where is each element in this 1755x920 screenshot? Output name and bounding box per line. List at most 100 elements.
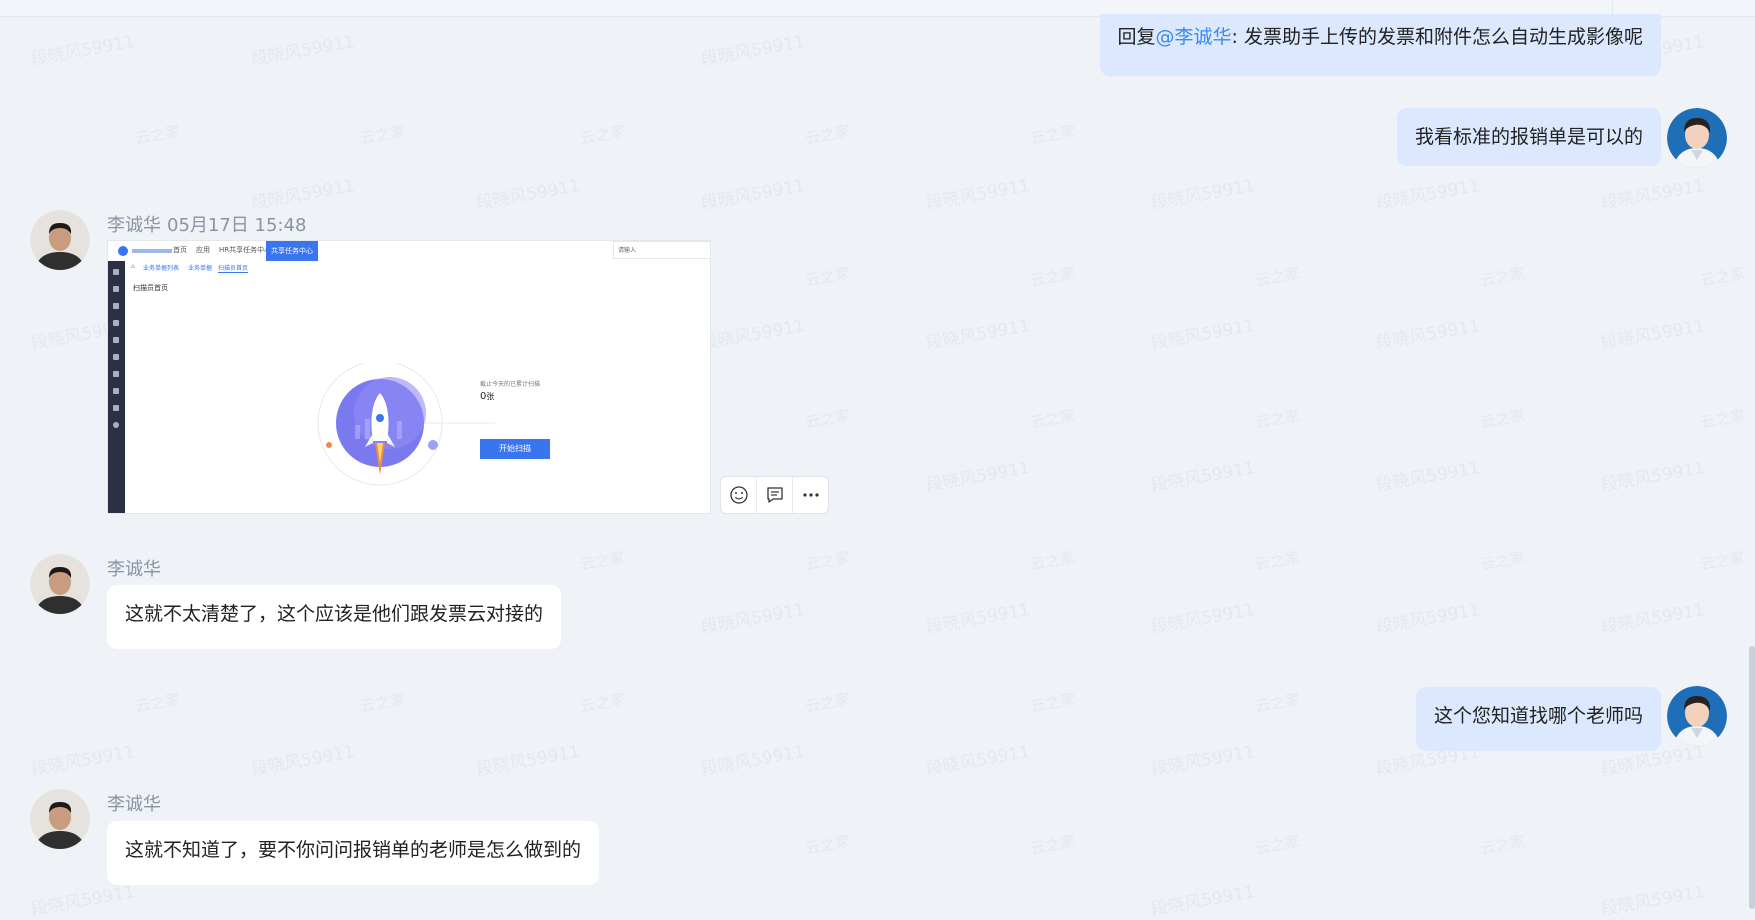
message-bubble-incoming[interactable]: 这就不知道了，要不你问问报销单的老师是怎么做到的	[107, 821, 600, 885]
embedded-logo-text	[132, 249, 172, 253]
sender-avatar[interactable]	[30, 789, 90, 849]
message-bubble-outgoing[interactable]: 这个您知道找哪个老师吗	[1415, 687, 1661, 751]
watermark-text: 段晓风59911	[474, 175, 582, 214]
embedded-start-scan-button: 开始扫描	[480, 439, 550, 459]
my-avatar[interactable]	[1667, 686, 1727, 746]
message-meta: 李诚华	[107, 555, 161, 581]
watermark-text: 云之家	[1028, 406, 1077, 432]
embedded-search-placeholder: 请输入	[618, 247, 637, 254]
watermark-text: 云之家	[1028, 264, 1077, 290]
sender-name: 李诚华	[107, 215, 161, 236]
embedded-logo-icon	[118, 246, 128, 256]
watermark-text: 云之家	[1253, 406, 1302, 432]
watermark-text: 段晓风59911	[1149, 457, 1257, 496]
watermark-text: 段晓风59911	[1374, 457, 1482, 496]
message-bubble-outgoing[interactable]: 我看标准的报销单是可以的	[1396, 108, 1661, 166]
watermark-text: 云之家	[1253, 264, 1302, 290]
embedded-sidebar-icon	[113, 405, 119, 411]
watermark-text: 段晓风59911	[924, 599, 1032, 638]
message-text: 这就不知道了，要不你问问报销单的老师是怎么做到的	[125, 839, 582, 861]
watermark-text: 云之家	[1253, 832, 1302, 858]
watermark-text: 云之家	[1698, 406, 1747, 432]
watermark-text: 段晓风59911	[474, 741, 582, 780]
embedded-sidebar-icon	[113, 354, 119, 360]
embedded-home-icon: ⌂	[131, 263, 135, 270]
watermark-text: 云之家	[1253, 690, 1302, 716]
image-message[interactable]: 首页 应用 HR共享任务中心 共享任务中心 请输入 ⌂ 业务单据列表 业务单据 …	[107, 240, 711, 514]
message-text: 我看标准的报销单是可以的	[1414, 126, 1643, 148]
embedded-stat-unit: 张	[486, 392, 495, 401]
watermark-text: 云之家	[1478, 548, 1527, 574]
embedded-app-topbar: 首页 应用 HR共享任务中心 共享任务中心 请输入	[108, 241, 710, 262]
message-text: 这就不太清楚了，这个应该是他们跟发票云对接的	[125, 603, 544, 625]
mention-link[interactable]: @李诚华	[1156, 26, 1232, 48]
reply-button[interactable]	[757, 477, 793, 513]
more-button[interactable]	[793, 477, 828, 513]
watermark-text: 云之家	[803, 690, 852, 716]
watermark-text: 段晓风59911	[1599, 599, 1707, 638]
embedded-sidebar-icon	[113, 320, 119, 326]
sender-avatar[interactable]	[30, 210, 90, 270]
embedded-search-box: 请输入	[613, 241, 710, 259]
watermark-text: 云之家	[133, 122, 182, 148]
comment-icon	[766, 487, 783, 503]
embedded-sidebar-icon	[113, 371, 119, 377]
watermark-text: 云之家	[803, 406, 852, 432]
sender-avatar[interactable]	[30, 554, 90, 614]
watermark-text: 云之家	[1478, 406, 1527, 432]
watermark-text: 云之家	[1028, 122, 1077, 148]
watermark-text: 段晓风59911	[249, 741, 357, 780]
message-meta: 李诚华	[107, 790, 161, 816]
watermark-text: 段晓风59911	[1149, 175, 1257, 214]
watermark-text: 云之家	[803, 122, 852, 148]
embedded-nav-tab: 应用	[196, 246, 210, 254]
watermark-text: 云之家	[1478, 264, 1527, 290]
chat-scrollbar[interactable]	[1749, 646, 1755, 909]
watermark-text: 段晓风59911	[924, 457, 1032, 496]
watermark-text: 段晓风59911	[249, 175, 357, 214]
watermark-text: 段晓风59911	[924, 315, 1032, 354]
embedded-breadcrumb-item: 业务单据	[188, 265, 213, 272]
more-icon	[802, 493, 819, 497]
my-avatar[interactable]	[1667, 108, 1727, 168]
watermark-text: 段晓风59911	[924, 741, 1032, 780]
embedded-sidebar-icon	[113, 303, 119, 309]
emoji-icon	[729, 486, 748, 504]
watermark-text: 云之家	[1028, 690, 1077, 716]
embedded-sidebar	[108, 261, 125, 513]
embedded-breadcrumb-item: 扫描员首页	[218, 265, 249, 273]
watermark-text: 段晓风59911	[1374, 315, 1482, 354]
embedded-nav-tab-active: 共享任务中心	[266, 241, 318, 261]
watermark-text: 云之家	[803, 832, 852, 858]
watermark-text: 云之家	[578, 548, 627, 574]
rocket-illustration	[317, 363, 495, 486]
message-bubble-incoming[interactable]: 这就不太清楚了，这个应该是他们跟发票云对接的	[107, 585, 562, 649]
watermark-text: 段晓风59911	[1149, 741, 1257, 780]
message-actions-toolbar	[720, 476, 829, 514]
emoji-reaction-button[interactable]	[721, 477, 757, 513]
watermark-text: 云之家	[358, 122, 407, 148]
embedded-nav-tab: HR共享任务中心	[219, 246, 272, 254]
embedded-nav-tab: 首页	[173, 246, 187, 254]
watermark-text: 段晓风59911	[1599, 881, 1707, 920]
watermark-text: 段晓风59911	[924, 175, 1032, 214]
sender-name: 李诚华	[107, 559, 161, 580]
embedded-breadcrumb-item: 业务单据列表	[143, 265, 180, 272]
message-meta: 李诚华 05月17日 15:48	[107, 211, 306, 237]
message-bubble-reply[interactable]: 回复@李诚华: 发票助手上传的发票和附件怎么自动生成影像呢	[1099, 14, 1661, 76]
embedded-content: 扫描员首页 截止今天的已累计扫描 0张 开始扫描	[125, 273, 710, 513]
watermark-text: 段晓风59911	[699, 175, 807, 214]
watermark-text: 云之家	[803, 264, 852, 290]
watermark-text: 云之家	[1698, 548, 1747, 574]
watermark-text: 云之家	[1478, 832, 1527, 858]
watermark-text: 云之家	[1253, 548, 1302, 574]
watermark-text: 云之家	[1028, 832, 1077, 858]
watermark-text: 段晓风59911	[1149, 315, 1257, 354]
embedded-sidebar-icon	[113, 422, 119, 428]
watermark-text: 云之家	[578, 122, 627, 148]
message-text: 这个您知道找哪个老师吗	[1433, 705, 1643, 727]
watermark-text: 段晓风59911	[1149, 599, 1257, 638]
embedded-sidebar-icon	[113, 269, 119, 275]
embedded-sidebar-icon	[113, 388, 119, 394]
watermark-text: 段晓风59911	[1599, 457, 1707, 496]
